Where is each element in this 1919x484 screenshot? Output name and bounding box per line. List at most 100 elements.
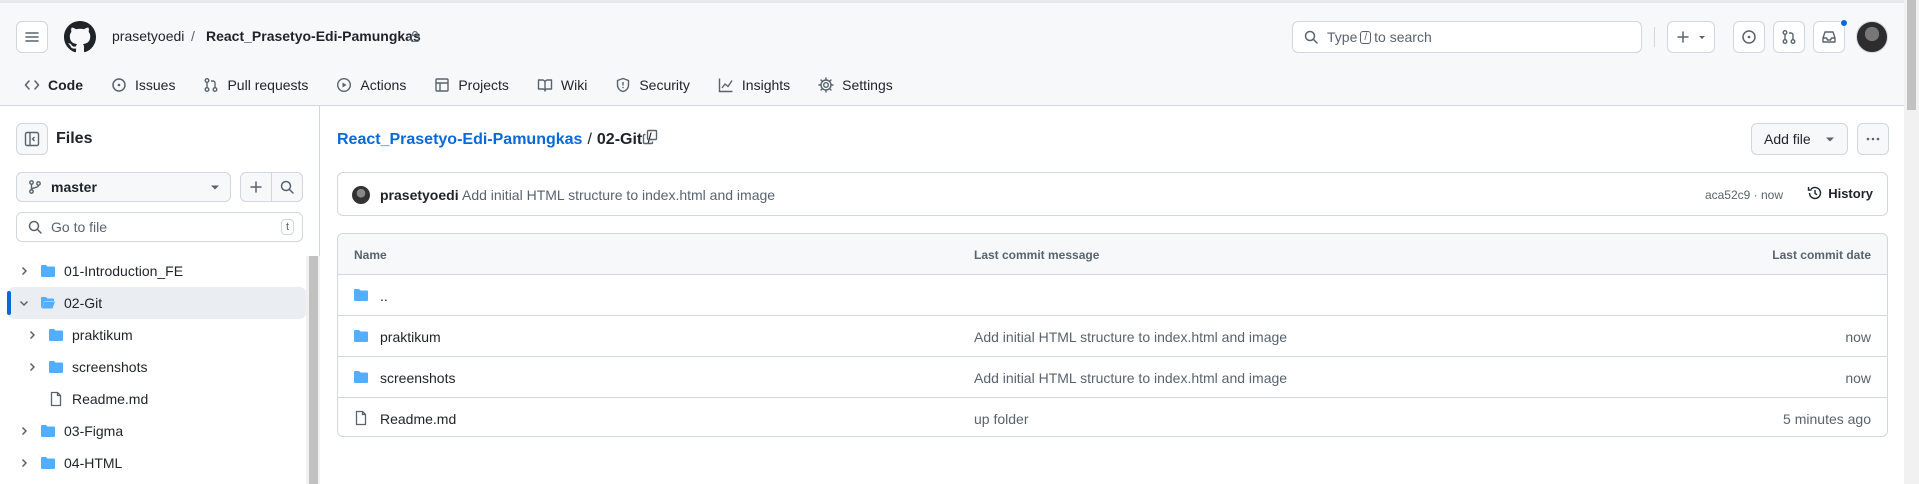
table-header: Name Last commit message Last commit dat… (338, 234, 1887, 275)
go-to-file-placeholder: Go to file (51, 219, 108, 235)
repo-nav-tabs: Code Issues Pull requests Actions Projec… (16, 74, 913, 109)
folder-open-icon (40, 295, 56, 311)
tree-item-readme[interactable]: Readme.md (8, 383, 306, 415)
menu-button[interactable] (16, 21, 48, 53)
inbox-icon (1822, 31, 1836, 43)
folder-icon (353, 369, 369, 385)
tree-item-01-introduction-fe[interactable]: 01-Introduction_FE (8, 255, 306, 287)
commit-message[interactable]: Add initial HTML structure to index.html… (462, 187, 775, 203)
add-file-button[interactable] (240, 172, 272, 202)
table-row[interactable]: praktikum Add initial HTML structure to … (338, 316, 1887, 357)
tab-code[interactable]: Code (16, 74, 91, 109)
files-title: Files (56, 130, 93, 147)
tree-item-praktikum[interactable]: praktikum (8, 319, 306, 351)
table-row[interactable]: screenshots Add initial HTML structure t… (338, 357, 1887, 398)
tab-pull-requests[interactable]: Pull requests (195, 74, 316, 96)
tab-security[interactable]: Security (607, 74, 698, 96)
file-tree: 01-Introduction_FE 02-Git praktikum scre… (7, 255, 306, 479)
chevron-right-icon[interactable] (16, 425, 32, 437)
branch-selector[interactable]: master (16, 172, 231, 202)
tree-item-03-figma[interactable]: 03-Figma (8, 415, 306, 447)
row-commit-date: now (1845, 329, 1871, 345)
table-row-parent[interactable]: .. (338, 275, 1887, 316)
tab-label: Actions (360, 77, 407, 93)
branch-icon (29, 180, 41, 194)
sidebar-scrollbar-thumb[interactable] (309, 256, 318, 484)
play-icon (337, 77, 352, 93)
go-to-file-input[interactable]: Go to file t (16, 212, 303, 242)
copy-path-button[interactable] (642, 129, 658, 145)
github-logo-icon[interactable] (64, 21, 96, 53)
tab-label: Pull requests (227, 77, 309, 93)
tree-item-label: 01-Introduction_FE (64, 263, 184, 279)
table-row[interactable]: Readme.md up folder 5 minutes ago (338, 398, 1887, 436)
row-commit-date: now (1845, 370, 1871, 386)
tree-item-label: praktikum (72, 327, 133, 343)
tab-issues[interactable]: Issues (103, 74, 183, 96)
commit-author-avatar[interactable] (352, 186, 370, 204)
row-name[interactable]: .. (380, 288, 388, 304)
tab-actions[interactable]: Actions (328, 74, 414, 96)
create-new-button[interactable] (1667, 21, 1715, 53)
page-scrollbar[interactable] (1904, 0, 1919, 484)
folder-icon (40, 263, 56, 279)
breadcrumb-repo-link[interactable]: React_Prasetyo-Edi-Pamungkas (337, 131, 582, 149)
issues-button[interactable] (1733, 21, 1765, 53)
tab-label: Issues (135, 77, 176, 93)
add-file-button[interactable]: Add file (1751, 123, 1848, 155)
commit-hash-time[interactable]: aca52c9 · now (1705, 188, 1783, 202)
chevron-down-icon[interactable] (16, 297, 32, 309)
user-avatar[interactable] (1856, 21, 1888, 53)
history-label: History (1828, 185, 1873, 201)
tree-item-label: screenshots (72, 359, 148, 375)
path-breadcrumb: React_Prasetyo-Edi-Pamungkas / 02-Git / (337, 131, 657, 149)
history-icon (1808, 186, 1822, 200)
pull-requests-button[interactable] (1773, 21, 1805, 53)
tab-label: Security (639, 77, 690, 93)
column-name: Name (354, 248, 387, 262)
tree-item-screenshots[interactable]: screenshots (8, 351, 306, 383)
folder-icon (353, 328, 369, 344)
row-commit-message[interactable]: up folder (974, 411, 1028, 427)
tab-insights[interactable]: Insights (710, 74, 798, 96)
collapse-sidebar-button[interactable] (16, 123, 48, 155)
chevron-right-icon[interactable] (16, 265, 32, 277)
chevron-down-icon (1826, 137, 1834, 142)
folder-icon (48, 359, 64, 375)
kebab-horizontal-icon (1866, 137, 1880, 141)
issue-icon (1742, 30, 1756, 44)
page-scrollbar-thumb[interactable] (1907, 0, 1916, 110)
row-commit-message[interactable]: Add initial HTML structure to index.html… (974, 370, 1287, 386)
tree-item-02-git[interactable]: 02-Git (7, 287, 306, 319)
search-input[interactable]: Type / to search (1292, 21, 1642, 53)
row-commit-message[interactable]: Add initial HTML structure to index.html… (974, 329, 1287, 345)
search-placeholder-suffix: to search (1374, 29, 1432, 45)
table-icon (435, 78, 450, 92)
chevron-right-icon[interactable] (16, 457, 32, 469)
row-name[interactable]: praktikum (380, 329, 441, 345)
add-file-label: Add file (1764, 131, 1811, 147)
history-button[interactable]: History (1807, 185, 1873, 201)
tab-wiki[interactable]: Wiki (529, 74, 595, 96)
tree-item-04-html[interactable]: 04-HTML (8, 447, 306, 479)
column-last-commit-date: Last commit date (1772, 248, 1871, 262)
search-icon (280, 180, 294, 194)
commit-author[interactable]: prasetyoedi (380, 187, 459, 203)
plus-icon (1677, 31, 1689, 43)
tab-projects[interactable]: Projects (426, 74, 517, 96)
repo-link[interactable]: React_Prasetyo-Edi-Pamungkas (206, 28, 421, 44)
search-files-button[interactable] (271, 172, 303, 202)
graph-icon (718, 78, 733, 93)
more-options-button[interactable] (1857, 123, 1889, 155)
chevron-right-icon[interactable] (24, 361, 40, 373)
tab-settings[interactable]: Settings (810, 74, 901, 96)
folder-icon (353, 287, 369, 303)
breadcrumb-separator: / (191, 28, 195, 44)
owner-link[interactable]: prasetyoedi (112, 28, 184, 44)
row-name[interactable]: Readme.md (380, 411, 456, 427)
folder-icon (40, 423, 56, 439)
chevron-down-icon (211, 185, 219, 190)
chevron-right-icon[interactable] (24, 329, 40, 341)
tab-label: Wiki (560, 77, 588, 93)
row-name[interactable]: screenshots (380, 370, 455, 386)
